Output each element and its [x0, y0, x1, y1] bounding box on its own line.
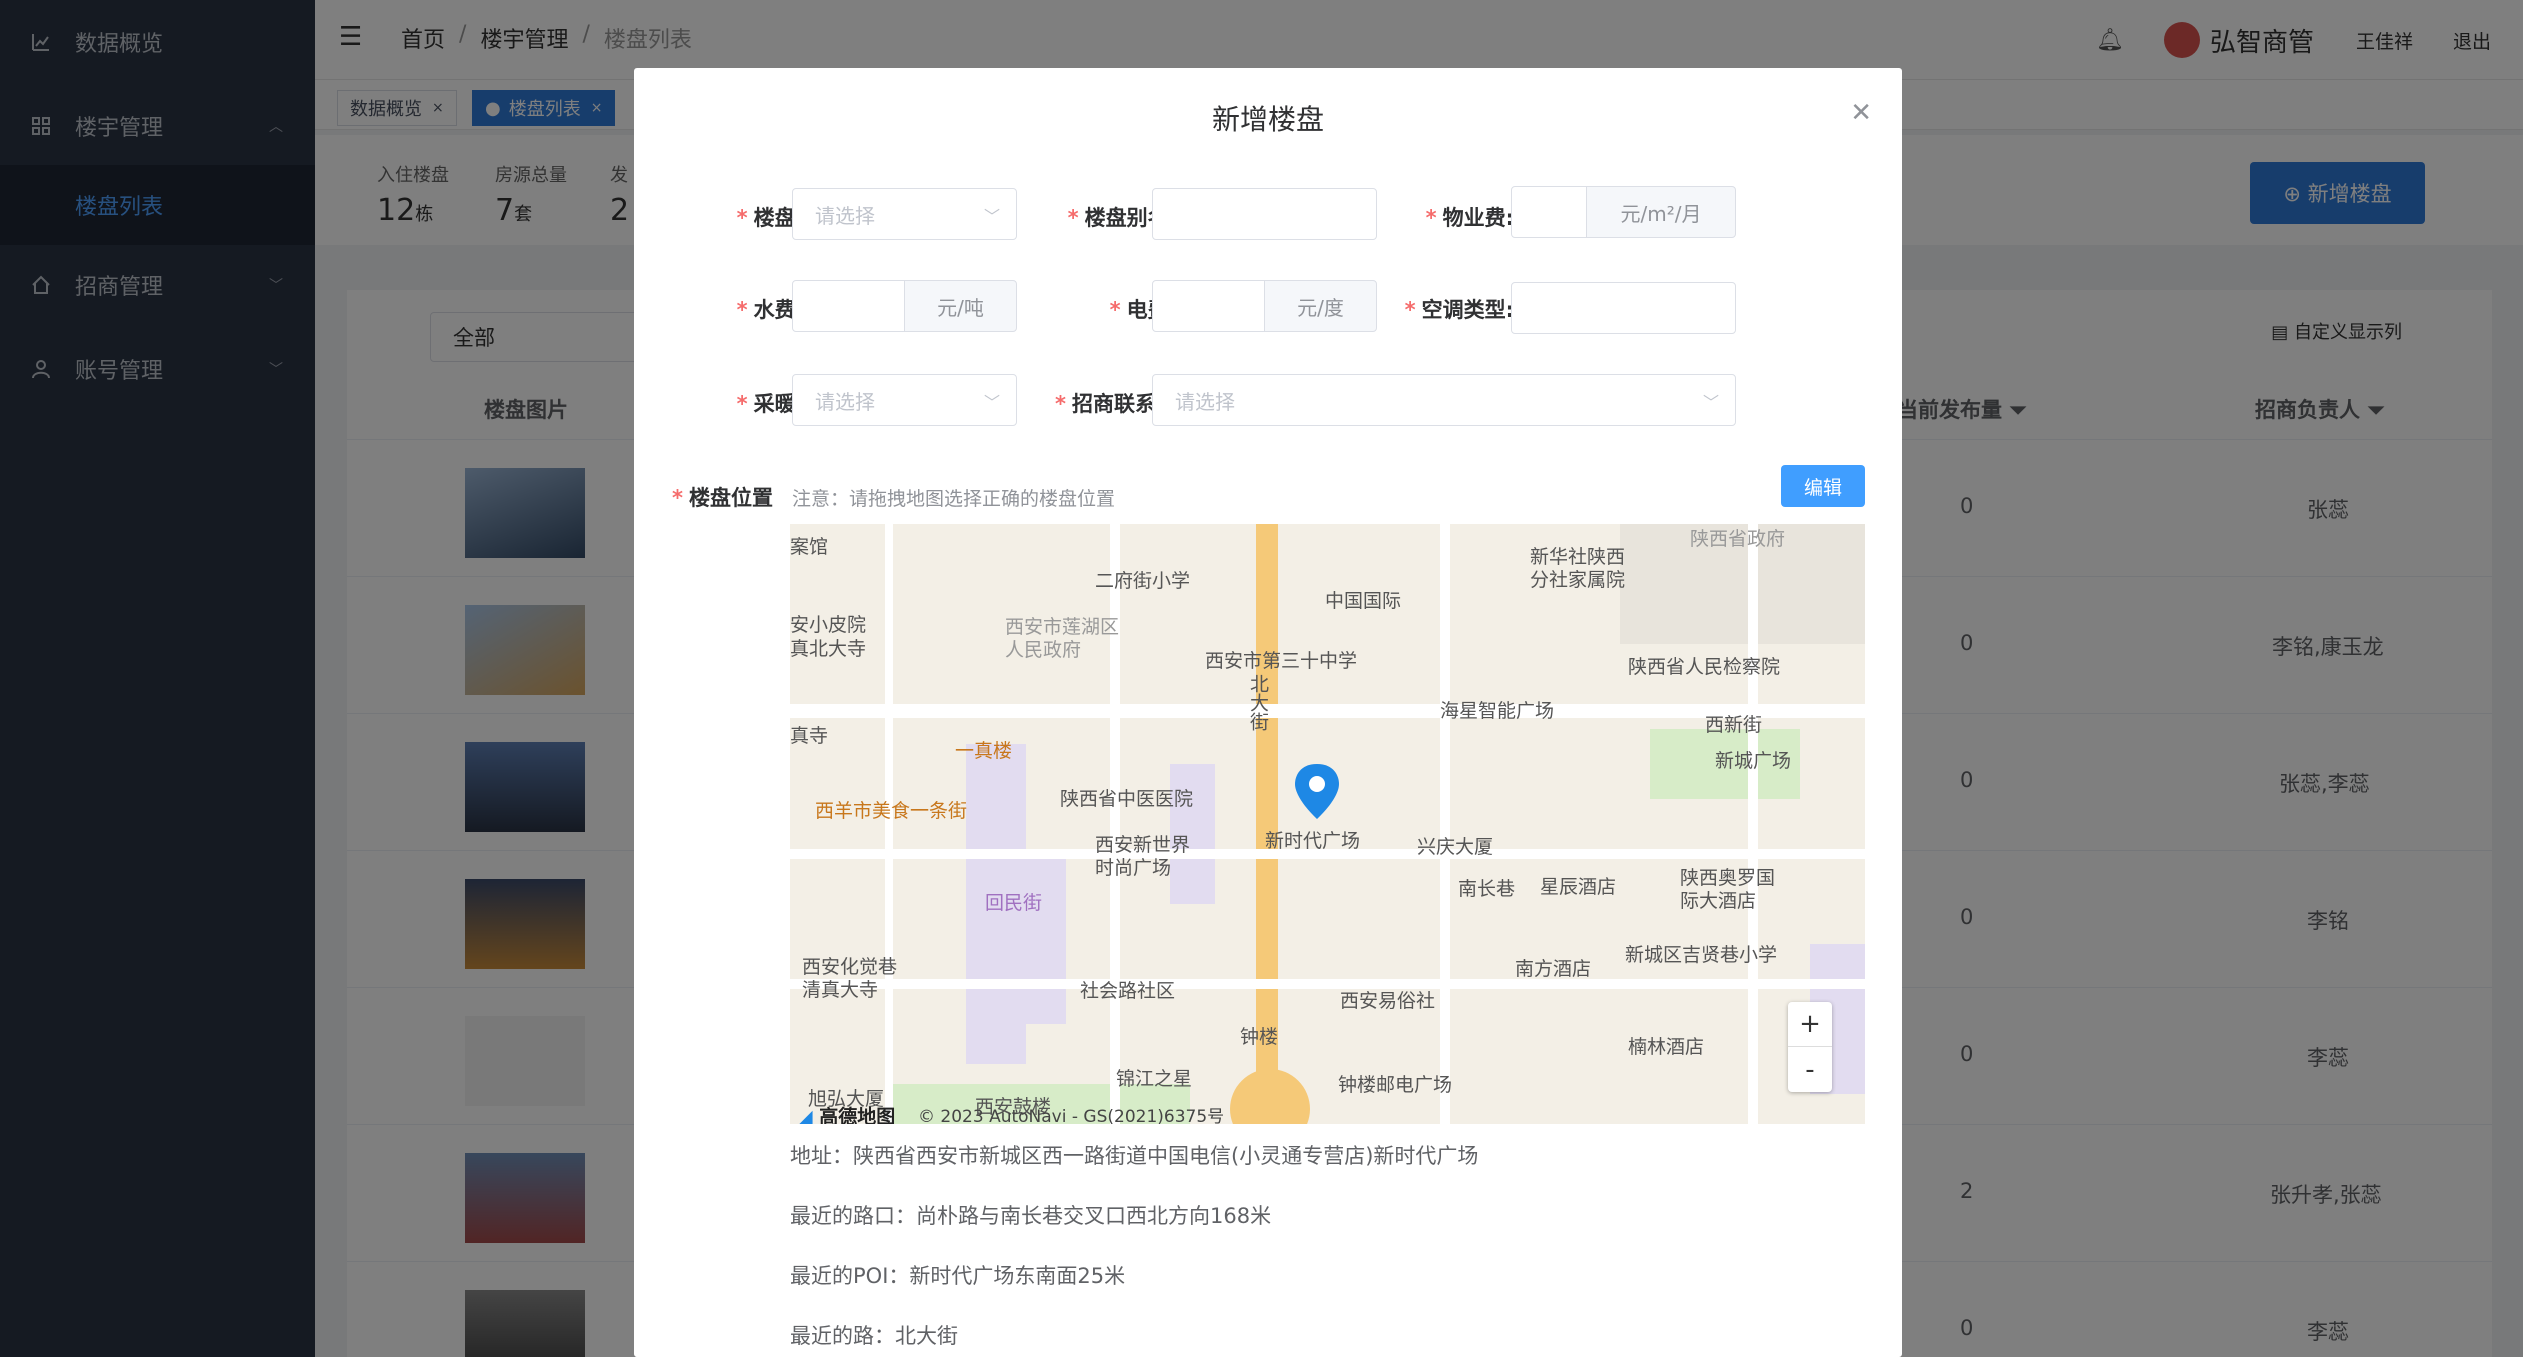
ac-type-input[interactable]	[1511, 282, 1736, 334]
map-label: 陕西省中医医院	[1060, 788, 1194, 810]
dialog-title: 新增楼盘	[1211, 103, 1324, 136]
map-label: 二府街小学	[1095, 570, 1191, 592]
map-label: 陕西省人民检察院	[1628, 656, 1781, 678]
chevron-down-icon: ﹀	[983, 207, 1000, 226]
chevron-down-icon: ﹀	[1702, 393, 1719, 412]
map-label: 海星智能广场	[1440, 700, 1555, 722]
map-label: 西安新世界时尚广场	[1095, 834, 1191, 879]
map-label: 新城广场	[1715, 750, 1792, 772]
electric-fee-unit: 元/度	[1264, 280, 1377, 332]
map-label: 西安易俗社	[1340, 990, 1436, 1012]
chevron-down-icon: ﹀	[983, 393, 1000, 412]
heating-select[interactable]: 请选择 ﹀	[792, 374, 1017, 426]
map-view[interactable]: 案馆 二府街小学 新华社陕西分社家属院 陕西省政府 中国国际 安小皮院 真北大寺…	[790, 524, 1865, 1124]
water-fee-unit: 元/吨	[904, 280, 1017, 332]
map-label: 新华社陕西分社家属院	[1530, 546, 1626, 591]
location-label: * 楼盘位置	[672, 486, 773, 510]
map-label: 星辰酒店	[1540, 876, 1617, 898]
map-label: 陕西奥罗国际大酒店	[1680, 867, 1776, 912]
map-zoom-control: + -	[1788, 1002, 1832, 1092]
map-label: 锦江之星	[1116, 1068, 1193, 1090]
map-label: 安小皮院	[790, 614, 867, 636]
location-note: 注意：请拖拽地图选择正确的楼盘位置	[792, 488, 1116, 510]
select-placeholder: 请选择	[815, 203, 875, 228]
ac-type-label: * 空调类型:	[1404, 298, 1514, 322]
building-field-label: * 楼盘:	[736, 206, 804, 230]
map-copyright: © 2023 AutoNavi - GS(2021)6375号	[918, 1107, 1225, 1124]
map-label: 钟楼	[1240, 1026, 1279, 1048]
property-fee-unit: 元/m²/月	[1586, 186, 1736, 238]
map-label: 楠林酒店	[1628, 1036, 1705, 1058]
map-label: 回民街	[985, 892, 1043, 914]
property-fee-input[interactable]	[1511, 186, 1587, 238]
heating-label: * 采暖:	[736, 392, 804, 416]
nearest-crossing-text: 最近的路口：尚朴路与南长巷交叉口西北方向168米	[790, 1204, 1272, 1228]
map-label: 西安市莲湖区人民政府	[1005, 616, 1120, 661]
zoom-in-button[interactable]: +	[1788, 1002, 1832, 1047]
nearest-poi-text: 最近的POI：新时代广场东南面25米	[790, 1264, 1126, 1288]
nearest-road-text: 最近的路：北大街	[790, 1324, 958, 1348]
map-label: 南长巷	[1458, 878, 1516, 900]
select-placeholder: 请选择	[1175, 389, 1235, 414]
edit-location-button[interactable]: 编辑	[1781, 465, 1865, 507]
water-fee-input[interactable]	[792, 280, 905, 332]
map-label: 钟楼邮电广场	[1338, 1074, 1453, 1096]
map-label: 社会路社区	[1080, 980, 1176, 1002]
map-label: 案馆	[790, 536, 829, 558]
map-label: 西羊市美食一条街	[815, 800, 968, 822]
map-label: 新时代广场	[1265, 830, 1361, 852]
water-fee-label: * 水费:	[736, 298, 804, 322]
map-label: 新城区吉贤巷小学	[1625, 944, 1778, 966]
close-icon[interactable]: ✕	[1850, 98, 1872, 128]
address-text: 地址：陕西省西安市新城区西一路街道中国电信(小灵通专营店)新时代广场	[790, 1144, 1479, 1168]
map-logo: ◢ 高德地图	[798, 1102, 895, 1124]
navigation-arrow-icon: ◢	[798, 1106, 813, 1124]
zoom-out-button[interactable]: -	[1788, 1047, 1832, 1092]
map-label: 真寺	[790, 725, 829, 747]
map-label: 兴庆大厦	[1417, 836, 1494, 858]
electric-fee-input[interactable]	[1152, 280, 1265, 332]
map-label: 真北大寺	[790, 638, 867, 660]
property-fee-label: * 物业费:	[1425, 206, 1514, 230]
map-label: 西新街	[1705, 714, 1763, 736]
map-label: 西安化觉巷清真大寺	[802, 956, 898, 1001]
select-placeholder: 请选择	[815, 389, 875, 414]
map-label: 陕西省政府	[1690, 528, 1786, 550]
map-label: 北大街	[1247, 674, 1269, 731]
map-label: 中国国际	[1325, 590, 1402, 612]
map-label: 南方酒店	[1515, 958, 1592, 980]
map-label: 一真楼	[955, 740, 1013, 762]
building-select[interactable]: 请选择 ﹀	[792, 188, 1017, 240]
alias-input[interactable]	[1152, 188, 1377, 240]
contact-select[interactable]: 请选择 ﹀	[1152, 374, 1736, 426]
map-label: 西安市第三十中学	[1205, 650, 1358, 672]
